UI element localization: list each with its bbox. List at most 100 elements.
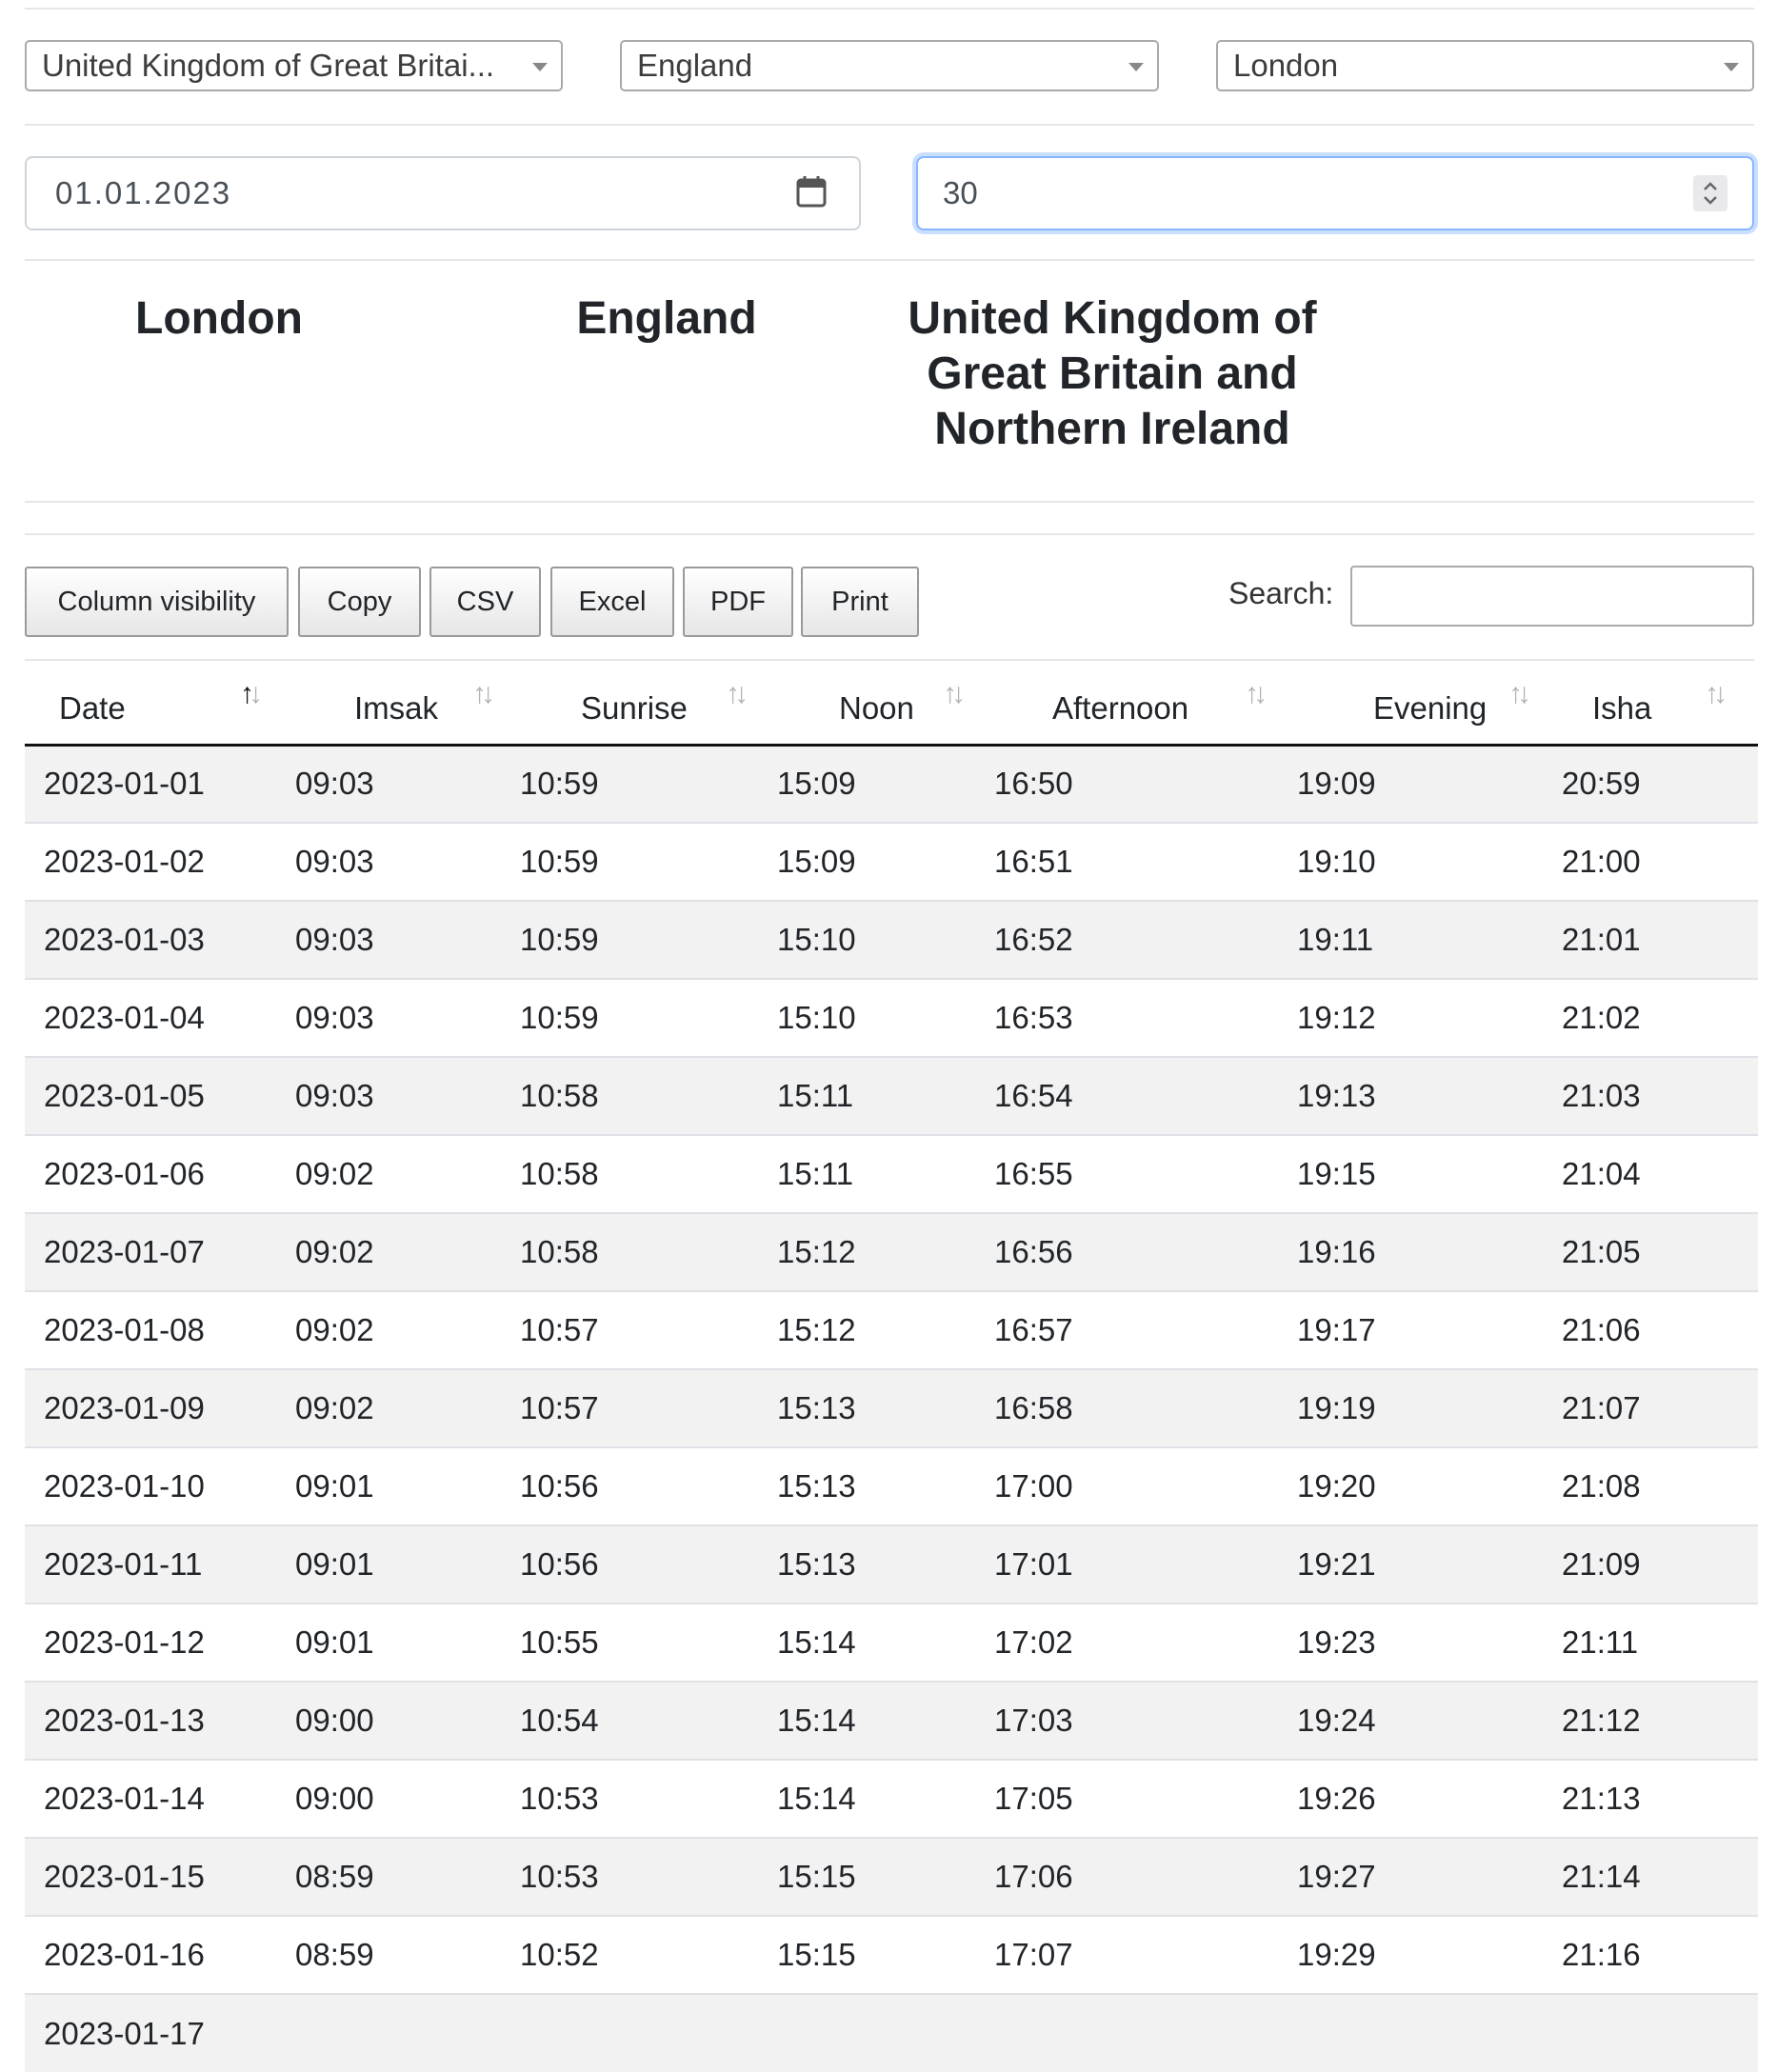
search-label: Search: — [1228, 576, 1334, 610]
days-number-input[interactable]: 30 — [916, 156, 1754, 230]
cell-noon: 15:14 — [777, 1759, 994, 1838]
cell-sunrise: 10:59 — [520, 766, 599, 802]
column-header-label: Sunrise — [581, 690, 688, 727]
table-row: 2023-01-04 09:03 10:59 15:10 16:53 19:12 21:02 — [25, 978, 1758, 1057]
column-header-evening[interactable]: Evening ↑↓ — [1297, 667, 1562, 747]
cell-noon: 15:14 — [777, 1603, 994, 1682]
column-header-label: Isha — [1592, 690, 1652, 727]
column-header-imsak[interactable]: Imsak ↑↓ — [295, 667, 520, 747]
table-row: 2023-01-17 — [25, 1993, 1758, 2072]
sort-icon[interactable]: ↑↓ — [1705, 678, 1727, 710]
excel-button[interactable]: Excel — [550, 567, 674, 637]
cell-date: 2023-01-11 — [25, 1524, 295, 1604]
cell-evening: 19:24 — [1297, 1681, 1562, 1760]
column-visibility-button[interactable]: Column visibility — [25, 567, 289, 637]
column-header-label: Evening — [1373, 690, 1487, 727]
cell-afternoon: 16:53 — [994, 978, 1297, 1057]
cell-sunrise: 10:57 — [520, 1368, 777, 1447]
cell-sunrise: 10:58 — [520, 1134, 777, 1213]
region-select-value: England — [637, 48, 753, 83]
column-header-label: Date — [59, 690, 126, 727]
region-select[interactable]: England — [620, 40, 1159, 91]
table-row: 2023-01-01 09:03 10:59 15:09 16:50 19:09 20:59 — [25, 745, 1758, 823]
region-heading: England — [576, 293, 757, 344]
chevron-down-icon — [1128, 63, 1144, 71]
cell-sunrise: 10:55 — [520, 1603, 777, 1682]
sort-icon[interactable]: ↑↓ — [726, 678, 749, 710]
cell-sunrise: 10:56 — [520, 1446, 777, 1525]
cell-imsak: 09:03 — [295, 900, 520, 979]
cell-afternoon: 17:05 — [994, 1759, 1297, 1838]
cell-afternoon: 16:57 — [994, 1290, 1297, 1369]
cell-date: 2023-01-01 — [44, 766, 205, 802]
cell-noon: 15:09 — [777, 766, 856, 802]
cell-date: 2023-01-13 — [25, 1681, 295, 1760]
cell-afternoon: 17:07 — [994, 1915, 1297, 1994]
cell-date: 2023-01-17 — [25, 1993, 295, 2072]
table-row: 2023-01-03 09:03 10:59 15:10 16:52 19:11 21:01 — [25, 900, 1758, 979]
date-input[interactable]: 01.01.2023 — [25, 156, 861, 230]
date-input-value: 01.01.2023 — [55, 175, 232, 210]
table-row: 2023-01-02 09:03 10:59 15:09 16:51 19:10 21:00 — [25, 822, 1758, 901]
column-header-date[interactable]: Date ↑↓ — [25, 667, 295, 747]
cell-sunrise: 10:57 — [520, 1290, 777, 1369]
cell-sunrise: 10:56 — [520, 1524, 777, 1604]
cell-evening: 19:23 — [1297, 1603, 1562, 1682]
column-header-noon[interactable]: Noon ↑↓ — [777, 667, 994, 747]
cell-imsak: 09:02 — [295, 1290, 520, 1369]
column-header-afternoon[interactable]: Afternoon ↑↓ — [994, 667, 1297, 747]
cell-noon: 15:13 — [777, 1368, 994, 1447]
cell-noon: 15:14 — [777, 1681, 994, 1760]
cell-noon: 15:09 — [777, 822, 994, 901]
cell-afternoon: 16:50 — [994, 766, 1073, 802]
cell-isha: 21:07 — [1562, 1368, 1758, 1447]
cell-imsak: 09:01 — [295, 1524, 520, 1604]
search-input[interactable] — [1350, 566, 1754, 627]
cell-evening: 19:15 — [1297, 1134, 1562, 1213]
cell-imsak: 09:03 — [295, 766, 374, 802]
table-row: 2023-01-07 09:02 10:58 15:12 16:56 19:16 21:05 — [25, 1212, 1758, 1291]
sort-icon[interactable]: ↑↓ — [472, 678, 495, 710]
table-row: 2023-01-11 09:01 10:56 15:13 17:01 19:21 21:09 — [25, 1524, 1758, 1604]
number-spinner-icon[interactable] — [1693, 175, 1727, 211]
cell-imsak: 08:59 — [295, 1915, 520, 1994]
print-button[interactable]: Print — [801, 567, 919, 637]
column-header-sunrise[interactable]: Sunrise ↑↓ — [520, 667, 777, 747]
cell-isha: 21:12 — [1562, 1681, 1758, 1760]
cell-sunrise: 10:59 — [520, 822, 777, 901]
cell-afternoon: 17:03 — [994, 1681, 1297, 1760]
cell-date: 2023-01-06 — [25, 1134, 295, 1213]
table-row: 2023-01-10 09:01 10:56 15:13 17:00 19:20 21:08 — [25, 1446, 1758, 1525]
cell-afternoon: 16:58 — [994, 1368, 1297, 1447]
cell-isha: 21:16 — [1562, 1915, 1758, 1994]
sort-icon[interactable]: ↑↓ — [1245, 678, 1268, 710]
sort-icon[interactable]: ↑↓ — [943, 678, 966, 710]
cell-afternoon: 16:54 — [994, 1056, 1297, 1135]
column-header-label: Afternoon — [1052, 690, 1189, 727]
cell-evening: 19:10 — [1297, 822, 1562, 901]
cell-sunrise: 10:54 — [520, 1681, 777, 1760]
cell-sunrise: 10:52 — [520, 1915, 777, 1994]
cell-isha: 21:06 — [1562, 1290, 1758, 1369]
country-select[interactable]: United Kingdom of Great Britai... — [25, 40, 563, 91]
cell-imsak: 09:01 — [295, 1446, 520, 1525]
cell-sunrise: 10:53 — [520, 1837, 777, 1916]
pdf-button[interactable]: PDF — [683, 567, 793, 637]
calendar-icon[interactable] — [796, 175, 827, 208]
sort-icon[interactable]: ↑↓ — [1508, 678, 1531, 710]
cell-isha: 21:11 — [1562, 1603, 1758, 1682]
table-row: 2023-01-05 09:03 10:58 15:11 16:54 19:13 21:03 — [25, 1056, 1758, 1135]
cell-isha: 21:13 — [1562, 1759, 1758, 1838]
cell-noon: 15:11 — [777, 1056, 994, 1135]
cell-afternoon: 16:55 — [994, 1134, 1297, 1213]
cell-isha: 21:02 — [1562, 978, 1758, 1057]
cell-imsak: 09:03 — [295, 822, 520, 901]
sort-ascending-icon[interactable]: ↑↓ — [240, 678, 263, 710]
column-header-isha[interactable]: Isha ↑↓ — [1562, 667, 1758, 747]
cell-imsak: 08:59 — [295, 1837, 520, 1916]
csv-button[interactable]: CSV — [429, 567, 541, 637]
copy-button[interactable]: Copy — [298, 567, 421, 637]
cell-imsak: 09:02 — [295, 1212, 520, 1291]
table-row: 2023-01-08 09:02 10:57 15:12 16:57 19:17 21:06 — [25, 1290, 1758, 1369]
city-select[interactable]: London — [1216, 40, 1754, 91]
